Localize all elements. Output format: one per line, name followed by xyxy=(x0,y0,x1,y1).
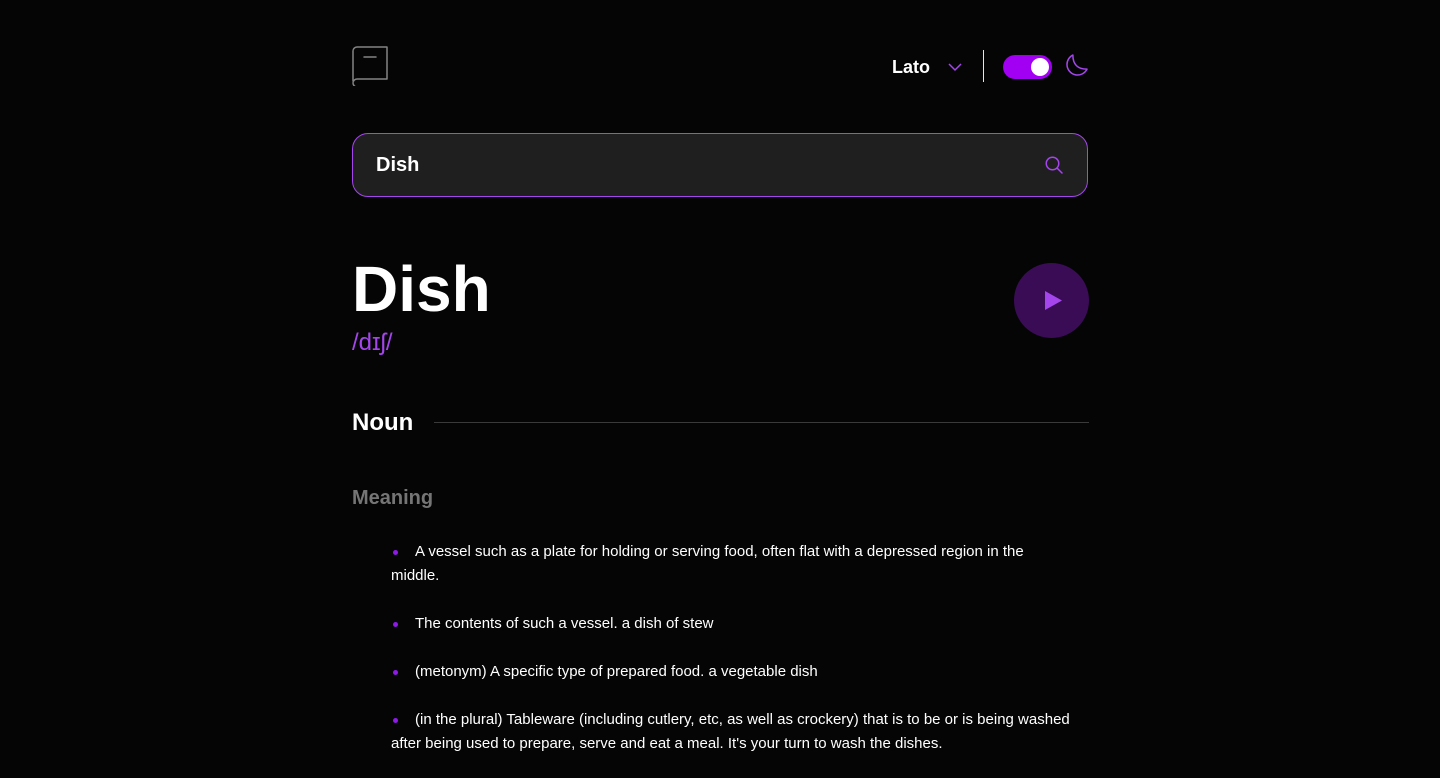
meaning-list: A vessel such as a plate for holding or … xyxy=(391,540,1071,778)
header: Lato xyxy=(352,46,1088,86)
font-selector-label: Lato xyxy=(892,56,930,77)
meaning-item: A vessel such as a plate for holding or … xyxy=(391,540,1071,588)
bullet-dot xyxy=(393,670,398,675)
moon-icon xyxy=(1066,54,1088,76)
meaning-text: A vessel such as a plate for holding or … xyxy=(391,543,1024,584)
play-pronunciation-button[interactable] xyxy=(1014,263,1089,338)
phonetic: /dɪʃ/ xyxy=(352,329,393,356)
meaning-item: The contents of such a vessel. a dish of… xyxy=(391,612,1071,636)
search-box xyxy=(352,133,1088,197)
meaning-item: (metonym) A specific type of prepared fo… xyxy=(391,660,1071,684)
section-divider xyxy=(434,422,1089,423)
meaning-item: (in the plural) Tableware (including cut… xyxy=(391,708,1071,756)
theme-toggle[interactable] xyxy=(1003,55,1052,79)
book-icon xyxy=(352,46,388,86)
meaning-text: (in the plural) Tableware (including cut… xyxy=(391,711,1070,752)
bullet-dot xyxy=(393,718,398,723)
meaning-text: The contents of such a vessel. a dish of… xyxy=(415,615,714,632)
search-icon[interactable] xyxy=(1045,156,1063,174)
part-of-speech: Noun xyxy=(352,409,414,436)
bullet-dot xyxy=(393,622,398,627)
font-selector[interactable]: Lato xyxy=(892,56,962,78)
word-title: Dish xyxy=(352,253,491,325)
search-input[interactable] xyxy=(376,134,1016,196)
meaning-heading: Meaning xyxy=(352,487,434,509)
chevron-down-icon xyxy=(948,63,962,72)
meaning-text: (metonym) A specific type of prepared fo… xyxy=(415,663,818,680)
bullet-dot xyxy=(393,550,398,555)
play-icon xyxy=(1045,291,1062,310)
dictionary-app: Lato Dish /dɪʃ/ Noun Meaning A vessel su… xyxy=(352,0,1089,778)
theme-toggle-knob xyxy=(1031,58,1049,76)
header-divider xyxy=(983,50,984,82)
